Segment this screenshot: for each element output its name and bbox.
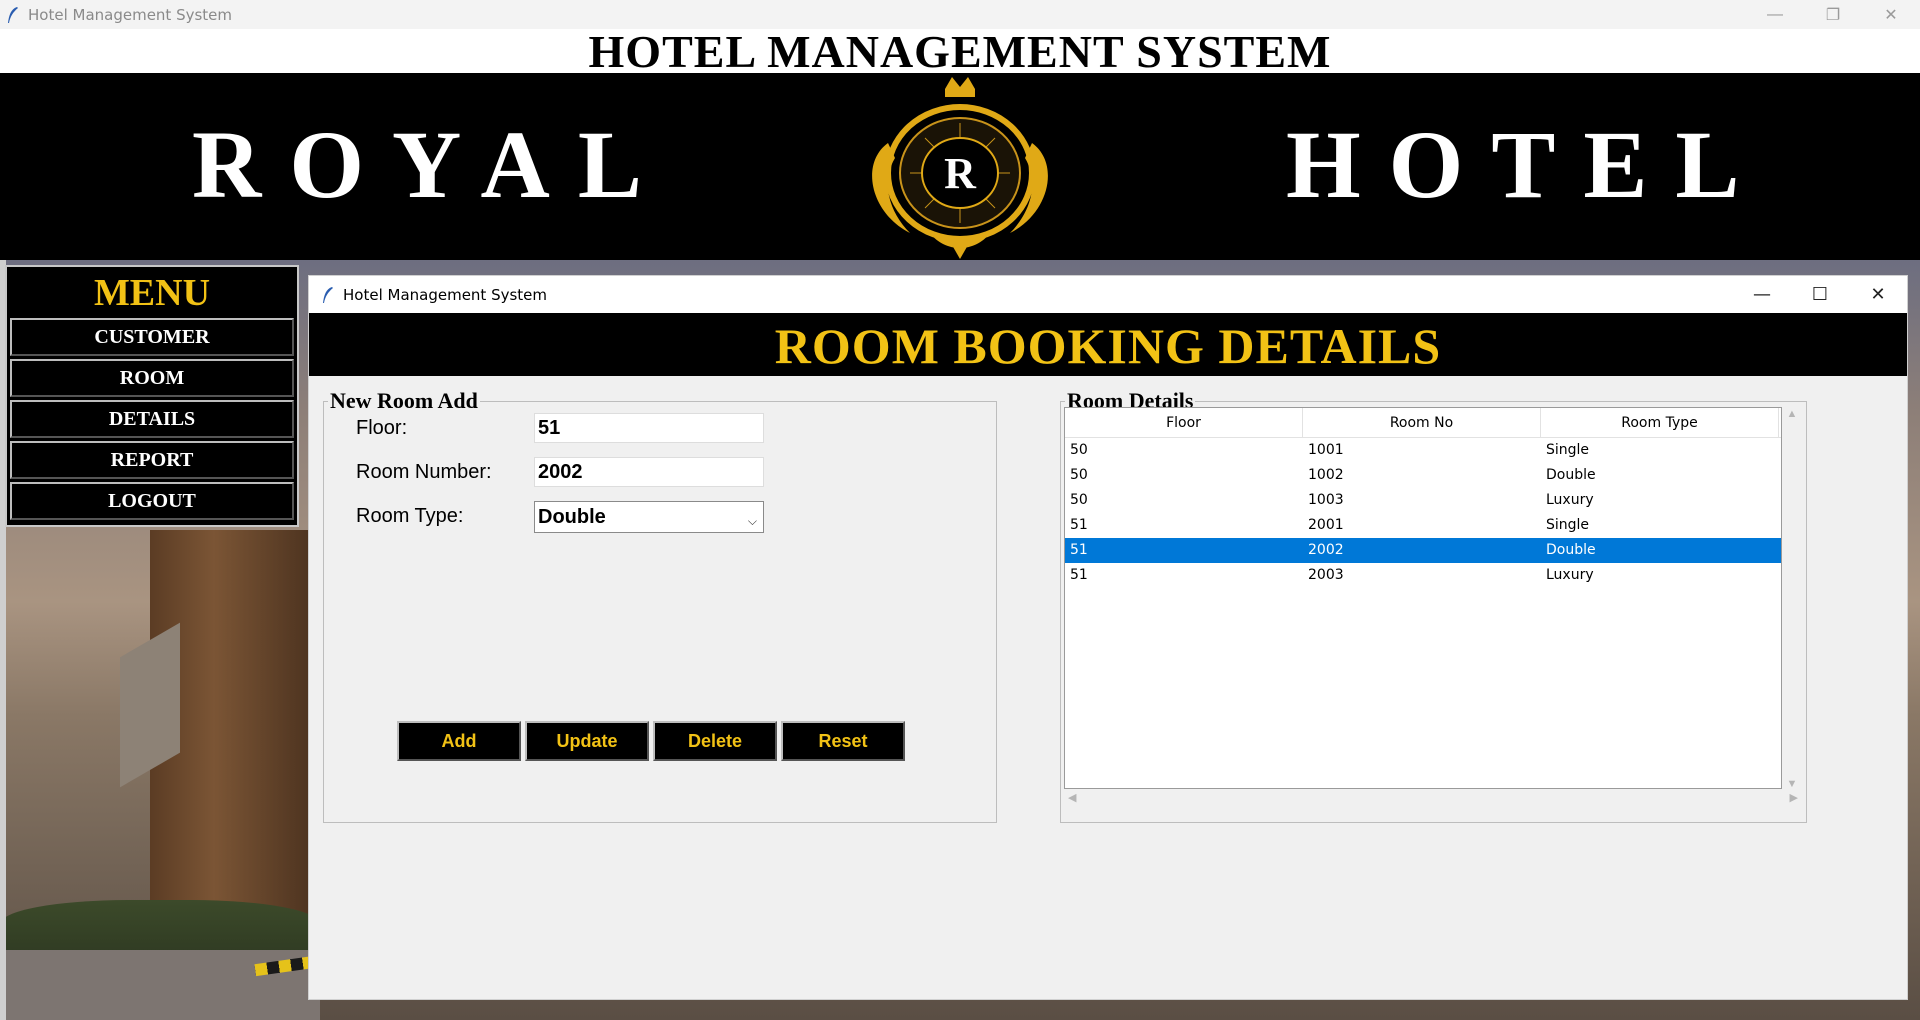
sidebar-menu: MENU CUSTOMER ROOM DETAILS REPORT LOGOUT — [5, 265, 299, 527]
floor-input[interactable]: 51 — [534, 413, 764, 443]
table-row[interactable]: 50 1001 Single — [1065, 438, 1781, 463]
menu-customer-button[interactable]: CUSTOMER — [10, 318, 294, 356]
room-type-label: Room Type: — [356, 505, 464, 527]
maximize-icon[interactable]: ☐ — [1791, 276, 1849, 313]
menu-logout-button[interactable]: LOGOUT — [10, 482, 294, 520]
delete-button[interactable]: Delete — [653, 721, 777, 761]
restore-icon[interactable]: ❐ — [1804, 0, 1862, 29]
column-header-room-type[interactable]: Room Type — [1541, 408, 1779, 437]
room-type-select[interactable]: Double ⌵ — [534, 501, 764, 533]
cell-room-type: Double — [1546, 467, 1596, 483]
room-number-input[interactable]: 2002 — [534, 457, 764, 487]
cell-room-type: Single — [1546, 517, 1590, 533]
room-booking-window: Hotel Management System — ☐ ✕ ROOM BOOKI… — [308, 275, 1908, 1000]
feather-icon — [323, 286, 333, 303]
vertical-scrollbar[interactable]: ▲ ▼ — [1783, 408, 1801, 790]
cell-floor: 51 — [1070, 542, 1088, 558]
table-row[interactable]: 50 1003 Luxury — [1065, 488, 1781, 513]
cell-floor: 50 — [1070, 492, 1088, 508]
room-details-table[interactable]: Floor Room No Room Type 50 1001 Single 5… — [1064, 407, 1782, 789]
table-row[interactable]: 50 1002 Double — [1065, 463, 1781, 488]
table-row[interactable]: 51 2001 Single — [1065, 513, 1781, 538]
room-number-label: Room Number: — [356, 461, 492, 483]
scroll-up-icon[interactable]: ▲ — [1783, 408, 1801, 420]
menu-details-button[interactable]: DETAILS — [10, 400, 294, 438]
road-shape — [0, 950, 320, 1020]
action-button-row: Add Update Delete Reset — [397, 721, 905, 761]
column-header-floor[interactable]: Floor — [1065, 408, 1303, 437]
cell-floor: 51 — [1070, 517, 1088, 533]
minimize-icon[interactable]: — — [1733, 276, 1791, 313]
reset-button[interactable]: Reset — [781, 721, 905, 761]
cell-floor: 50 — [1070, 467, 1088, 483]
add-button[interactable]: Add — [397, 721, 521, 761]
column-header-room-no[interactable]: Room No — [1303, 408, 1541, 437]
banner-word-right: HOTEL — [1286, 111, 1768, 218]
minimize-icon[interactable]: — — [1746, 0, 1804, 29]
cell-room-type: Double — [1546, 542, 1596, 558]
menu-report-button[interactable]: REPORT — [10, 441, 294, 479]
new-room-add-legend: New Room Add — [330, 388, 478, 413]
cell-room-no: 2001 — [1308, 517, 1344, 533]
update-button[interactable]: Update — [525, 721, 649, 761]
close-icon[interactable]: ✕ — [1862, 0, 1920, 29]
menu-title: MENU — [93, 272, 211, 314]
cell-room-no: 1001 — [1308, 442, 1344, 458]
cell-room-no: 2002 — [1308, 542, 1344, 558]
banner-word-left: ROYAL — [192, 111, 670, 218]
cell-floor: 51 — [1070, 567, 1088, 583]
feather-icon — [8, 6, 18, 23]
hotel-banner: ROYAL R HOTEL — [0, 73, 1920, 260]
crest-letter: R — [944, 149, 977, 198]
chevron-down-icon: ⌵ — [747, 514, 757, 528]
room-type-value: Double — [538, 506, 606, 528]
scroll-down-icon[interactable]: ▼ — [1783, 778, 1801, 790]
crest-logo: R — [872, 77, 1048, 259]
horizontal-scrollbar[interactable]: ◀ ▶ — [1064, 790, 1802, 808]
table-row[interactable]: 51 2003 Luxury — [1065, 563, 1781, 588]
main-title-bar: Hotel Management System — ❐ ✕ — [0, 0, 1920, 29]
cell-room-no: 1002 — [1308, 467, 1344, 483]
table-header: Floor Room No Room Type — [1065, 408, 1781, 438]
menu-room-button[interactable]: ROOM — [10, 359, 294, 397]
cell-room-no: 2003 — [1308, 567, 1344, 583]
app-title: HOTEL MANAGEMENT SYSTEM — [0, 29, 1920, 75]
cell-room-type: Luxury — [1546, 567, 1594, 583]
child-title-bar: Hotel Management System — ☐ ✕ — [309, 276, 1907, 313]
scroll-right-icon[interactable]: ▶ — [1790, 791, 1798, 804]
cell-floor: 50 — [1070, 442, 1088, 458]
floor-label: Floor: — [356, 417, 408, 439]
close-icon[interactable]: ✕ — [1849, 276, 1907, 313]
table-row-selected[interactable]: 51 2002 Double — [1065, 538, 1781, 563]
cell-room-type: Single — [1546, 442, 1590, 458]
room-booking-header: ROOM BOOKING DETAILS — [309, 313, 1907, 376]
cell-room-no: 1003 — [1308, 492, 1344, 508]
main-window-title: Hotel Management System — [28, 5, 233, 24]
cell-room-type: Luxury — [1546, 492, 1594, 508]
scroll-left-icon[interactable]: ◀ — [1068, 791, 1076, 804]
child-window-title: Hotel Management System — [343, 285, 548, 304]
